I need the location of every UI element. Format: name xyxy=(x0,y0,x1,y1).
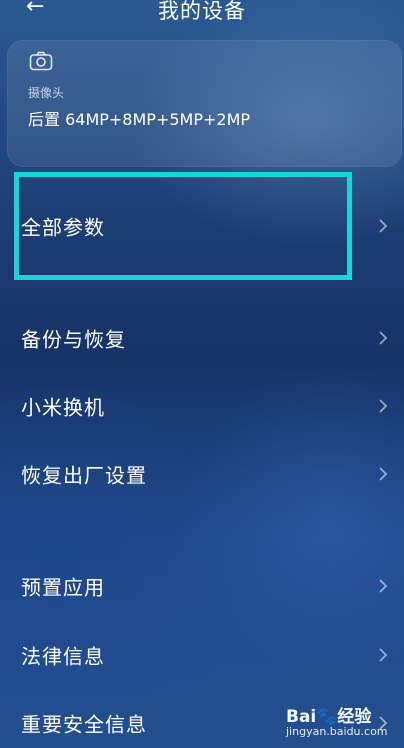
chevron-right-icon xyxy=(379,219,388,233)
menu-item-label: 备份与恢复 xyxy=(21,327,126,352)
page-title: 我的设备 xyxy=(158,0,246,23)
menu-item-factory-reset[interactable]: 恢复出厂设置 xyxy=(0,452,404,496)
menu-item-legal-info[interactable]: 法律信息 xyxy=(0,633,404,677)
camera-spec-value: 后置 64MP+8MP+5MP+2MP xyxy=(28,110,251,129)
camera-label: 摄像头 xyxy=(28,86,65,100)
menu-item-label: 重要安全信息 xyxy=(21,712,147,737)
menu-item-all-specs[interactable]: 全部参数 xyxy=(0,204,404,248)
menu-item-preinstalled-apps[interactable]: 预置应用 xyxy=(0,564,404,608)
chevron-right-icon xyxy=(379,648,388,662)
menu-item-label: 恢复出厂设置 xyxy=(21,463,147,488)
menu-item-label: 法律信息 xyxy=(21,644,105,669)
camera-icon xyxy=(29,51,53,71)
watermark-url: jingyan.baidu.com xyxy=(286,725,388,738)
menu-item-backup-restore[interactable]: 备份与恢复 xyxy=(0,316,404,360)
baidu-jingyan-watermark: Bai🐾经验 jingyan.baidu.com xyxy=(286,700,402,744)
menu-item-label: 预置应用 xyxy=(21,575,105,600)
menu-item-label: 小米换机 xyxy=(21,395,105,420)
chevron-right-icon xyxy=(379,399,388,413)
top-bar: ← 我的设备 xyxy=(0,0,404,30)
menu-item-label: 全部参数 xyxy=(21,215,105,240)
menu-item-mi-mover[interactable]: 小米换机 xyxy=(0,384,404,428)
camera-card: 摄像头 后置 64MP+8MP+5MP+2MP xyxy=(7,40,402,167)
chevron-right-icon xyxy=(379,467,388,481)
chevron-right-icon xyxy=(379,331,388,345)
chevron-right-icon xyxy=(379,579,388,593)
watermark-main-text: Bai🐾经验 xyxy=(286,707,372,727)
